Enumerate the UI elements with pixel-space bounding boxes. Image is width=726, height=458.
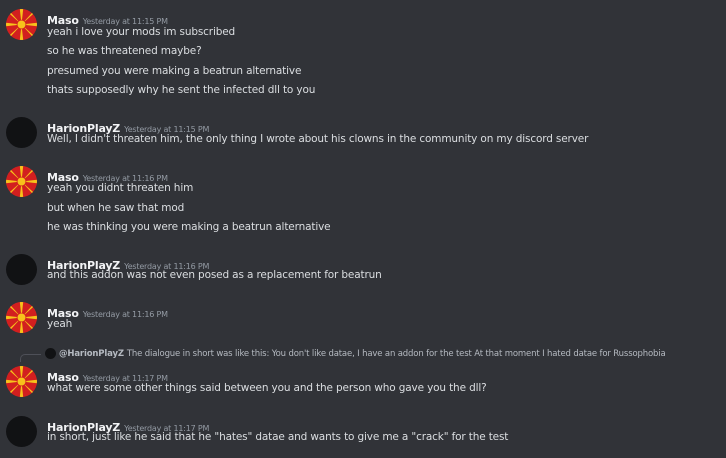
user-avatar[interactable] xyxy=(6,9,37,40)
message-header: Maso Yesterday at 11:15 PM xyxy=(47,9,168,27)
message-text: what were some other things said between… xyxy=(47,382,487,394)
message-text: Well, I didn't threaten him, the only th… xyxy=(47,133,589,145)
message-text: thats supposedly why he sent the infecte… xyxy=(47,84,316,96)
timestamp: Yesterday at 11:16 PM xyxy=(82,310,168,319)
macedonian-sun-flag-icon xyxy=(6,366,37,397)
message-text: presumed you were making a beatrun alter… xyxy=(47,65,302,77)
message-text: but when he saw that mod xyxy=(47,202,185,214)
user-avatar[interactable] xyxy=(6,366,37,397)
macedonian-sun-flag-icon xyxy=(6,166,37,197)
user-avatar[interactable] xyxy=(6,117,37,148)
user-avatar[interactable] xyxy=(6,254,37,285)
macedonian-sun-flag-icon xyxy=(6,302,37,333)
user-avatar[interactable] xyxy=(6,166,37,197)
reply-avatar xyxy=(45,348,56,359)
message-text: he was thinking you were making a beatru… xyxy=(47,221,331,233)
message-header: Maso Yesterday at 11:17 PM xyxy=(47,366,168,384)
reply-spine xyxy=(20,354,41,362)
chat-message-list: Maso Yesterday at 11:15 PM yeah i love yo… xyxy=(0,0,726,458)
user-avatar[interactable] xyxy=(6,302,37,333)
message-header: Maso Yesterday at 11:16 PM xyxy=(47,302,168,320)
message-text: yeah you didnt threaten him xyxy=(47,182,194,194)
message-header: HarionPlayZ Yesterday at 11:16 PM xyxy=(47,254,209,272)
message-header: HarionPlayZ Yesterday at 11:15 PM xyxy=(47,117,209,135)
user-avatar[interactable] xyxy=(6,416,37,447)
timestamp: Yesterday at 11:15 PM xyxy=(82,17,168,26)
message-text: so he was threatened maybe? xyxy=(47,45,202,57)
message-text: in short, just like he said that he "hat… xyxy=(47,431,509,443)
reply-preview[interactable]: @HarionPlayZ The dialogue in short was li… xyxy=(45,348,666,361)
message-text: and this addon was not even posed as a r… xyxy=(47,269,382,281)
message-text: yeah i love your mods im subscribed xyxy=(47,26,236,38)
message-text: yeah xyxy=(47,318,73,330)
message-header: HarionPlayZ Yesterday at 11:17 PM xyxy=(47,416,209,434)
macedonian-sun-flag-icon xyxy=(6,9,37,40)
reply-username[interactable]: @HarionPlayZ xyxy=(59,349,124,359)
reply-text: The dialogue in short was like this: You… xyxy=(126,349,666,359)
message-header: Maso Yesterday at 11:16 PM xyxy=(47,166,168,184)
